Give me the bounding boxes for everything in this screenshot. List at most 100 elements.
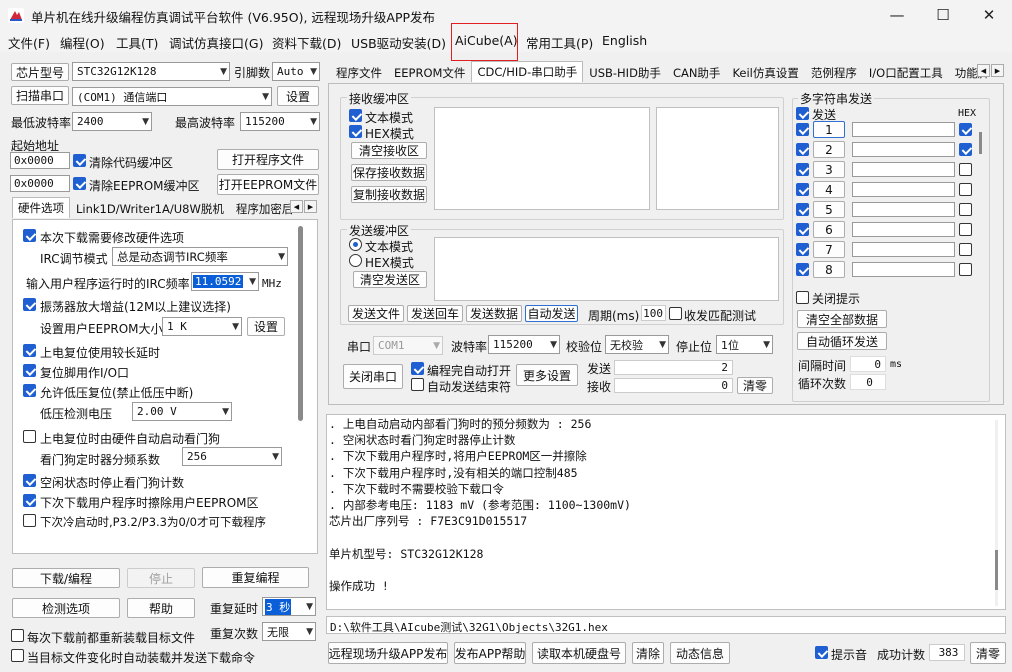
menu-debug-interface[interactable]: 调试仿真接口(G) (169, 33, 263, 52)
multi-string-scrollbar[interactable] (979, 132, 982, 154)
tab-eeprom-file[interactable]: EEPROM文件 (388, 63, 471, 82)
auto-open-checkbox[interactable] (411, 362, 424, 375)
multi-row-send-checkbox[interactable] (796, 123, 809, 136)
multi-row-input[interactable] (852, 222, 955, 237)
menu-usb-driver[interactable]: USB驱动安装(D) (351, 33, 446, 52)
multi-row-input[interactable] (852, 142, 955, 157)
multi-row-hex-checkbox[interactable] (959, 163, 972, 176)
multi-row-input[interactable] (852, 202, 955, 217)
clear-counter-button[interactable]: 清零 (737, 377, 773, 394)
multi-row-send-button[interactable]: 7 (813, 241, 845, 258)
tab-io-config[interactable]: I/O口配置工具 (863, 63, 949, 82)
multi-row-send-button[interactable]: 4 (813, 181, 845, 198)
menu-file[interactable]: 文件(F) (8, 33, 50, 52)
menu-program[interactable]: 编程(O) (60, 33, 105, 52)
irc-mode-select[interactable]: 总是动态调节IRC频率 ▼ (112, 247, 288, 266)
tab-keil-settings[interactable]: Keil仿真设置 (726, 63, 804, 82)
tab-usb-hid[interactable]: USB-HID助手 (583, 63, 667, 82)
send-text-area[interactable] (434, 237, 779, 301)
long-reset-checkbox[interactable] (23, 344, 36, 357)
lvr-checkbox[interactable] (23, 384, 36, 397)
eeprom-size-select[interactable]: 1 K ▼ (162, 317, 242, 336)
multi-row-hex-checkbox[interactable] (959, 263, 972, 276)
close-port-button[interactable]: 关闭串口 (343, 364, 403, 389)
send-text-mode-radio[interactable] (349, 238, 362, 251)
multi-row-input[interactable] (852, 262, 955, 277)
multi-row-hex-checkbox[interactable] (959, 183, 972, 196)
receive-text-area[interactable] (434, 107, 650, 210)
multi-row-hex-checkbox[interactable] (959, 223, 972, 236)
tab-link1d[interactable]: Link1D/Writer1A/U8W脱机 (70, 199, 230, 218)
match-test-checkbox[interactable] (669, 307, 682, 320)
multi-row-send-button[interactable]: 5 (813, 201, 845, 218)
chip-model-select[interactable]: STC32G12K128 ▼ (72, 62, 230, 81)
clear-send-button[interactable]: 清空发送区 (353, 271, 427, 288)
stop-button[interactable]: 停止 (127, 568, 195, 588)
log-scrollbar[interactable] (995, 550, 998, 590)
multi-send-checkbox[interactable] (796, 107, 809, 120)
recv-text-mode-checkbox[interactable] (349, 109, 362, 122)
multi-row-send-checkbox[interactable] (796, 223, 809, 236)
send-return-button[interactable]: 发送回车 (407, 305, 463, 322)
auto-end-checkbox[interactable] (411, 378, 424, 391)
tab-scroll-left-icon[interactable]: ◀ (290, 200, 303, 213)
send-data-button[interactable]: 发送数据 (466, 305, 522, 322)
baud-rate-select[interactable]: 115200 ▼ (488, 335, 560, 354)
auto-send-button[interactable]: 自动发送 (525, 305, 578, 322)
sound-checkbox[interactable] (815, 646, 828, 659)
reset-io-checkbox[interactable] (23, 364, 36, 377)
min-baud-select[interactable]: 2400 ▼ (72, 112, 152, 131)
check-options-button[interactable]: 检测选项 (12, 598, 120, 618)
multi-row-input[interactable] (852, 242, 955, 257)
loop-count-input[interactable]: 0 (850, 374, 886, 390)
send-file-button[interactable]: 发送文件 (348, 305, 404, 322)
maximize-button[interactable]: ☐ (920, 0, 966, 30)
remote-app-publish-button[interactable]: 远程现场升级APP发布 (328, 642, 448, 664)
wdt-auto-checkbox[interactable] (23, 430, 36, 443)
close-hint-checkbox[interactable] (796, 291, 809, 304)
scan-port-button[interactable]: 扫描串口 (11, 86, 69, 105)
multi-row-input[interactable] (852, 122, 955, 137)
multi-row-hex-checkbox[interactable] (959, 243, 972, 256)
com-port-select[interactable]: (COM1) 通信端口 ▼ (72, 87, 272, 106)
repeat-delay-select[interactable]: 3 秒 ▼ (262, 597, 316, 616)
interval-input[interactable]: 0 (850, 356, 886, 372)
tab-serial-assistant[interactable]: CDC/HID-串口助手 (471, 61, 584, 82)
idle-wdt-checkbox[interactable] (23, 474, 36, 487)
p32-p33-checkbox[interactable] (23, 514, 36, 527)
clear-eeprom-checkbox[interactable] (73, 177, 86, 190)
clear-log-button[interactable]: 清除 (632, 642, 664, 664)
repeat-program-button[interactable]: 重复编程 (202, 567, 309, 588)
pin-count-select[interactable]: Auto ▼ (272, 62, 320, 81)
multi-row-input[interactable] (852, 162, 955, 177)
multi-row-send-button[interactable]: 1 (813, 121, 845, 138)
multi-row-send-button[interactable]: 8 (813, 261, 845, 278)
menu-common-tools[interactable]: 常用工具(P) (526, 33, 593, 52)
right-tab-scroll-right-icon[interactable]: ▶ (991, 64, 1004, 77)
tab-program-file[interactable]: 程序文件 (330, 63, 388, 82)
multi-row-input[interactable] (852, 182, 955, 197)
multi-row-send-checkbox[interactable] (796, 143, 809, 156)
multi-row-hex-checkbox[interactable] (959, 123, 972, 136)
save-receive-button[interactable]: 保存接收数据 (351, 164, 427, 181)
lvr-voltage-select[interactable]: 2.00 V ▼ (132, 402, 232, 421)
help-button[interactable]: 帮助 (127, 598, 195, 618)
eeprom-start-address-input[interactable]: 0x0000 (10, 175, 70, 192)
multi-row-send-checkbox[interactable] (796, 243, 809, 256)
wdt-divider-select[interactable]: 256 ▼ (182, 447, 282, 466)
clear-all-button[interactable]: 清空全部数据 (797, 310, 887, 328)
max-baud-select[interactable]: 115200 ▼ (240, 112, 320, 131)
auto-loop-send-button[interactable]: 自动循环发送 (797, 332, 887, 350)
more-settings-button[interactable]: 更多设置 (516, 364, 578, 386)
receive-hex-area[interactable] (656, 107, 779, 210)
chip-model-button[interactable]: 芯片型号 (11, 63, 69, 81)
multi-row-send-checkbox[interactable] (796, 203, 809, 216)
code-start-address-input[interactable]: 0x0000 (10, 152, 70, 169)
publish-help-button[interactable]: 发布APP帮助 (454, 642, 526, 664)
download-program-button[interactable]: 下载/编程 (12, 568, 120, 588)
auto-reload-checkbox[interactable] (11, 649, 24, 662)
recv-hex-mode-checkbox[interactable] (349, 125, 362, 138)
repeat-count-select[interactable]: 无限 ▼ (262, 622, 316, 641)
tab-scroll-right-icon[interactable]: ▶ (304, 200, 317, 213)
port-settings-button[interactable]: 设置 (277, 86, 319, 106)
